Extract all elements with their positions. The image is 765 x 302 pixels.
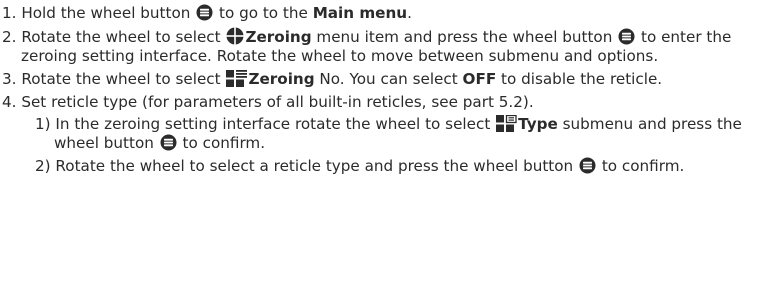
zeroing-menu-label: Zeroing [245, 28, 312, 46]
step-number: 3. [2, 70, 17, 88]
step-text: menu item and press the wheel button [311, 28, 618, 46]
menu-wheel-button-icon [160, 134, 177, 151]
step-text: . [407, 4, 412, 22]
substep-text: to confirm. [177, 134, 266, 152]
off-label: OFF [462, 70, 497, 88]
step-text: Rotate the wheel to select [16, 70, 226, 88]
zeroing-label: Zeroing [248, 70, 315, 88]
substep-text: to confirm. [597, 157, 685, 175]
step-4: 4. Set reticle type (for parameters of a… [2, 93, 760, 112]
step-number: 1. [2, 4, 17, 22]
substep-number: 1) [35, 115, 51, 133]
step-number: 4. [2, 93, 17, 111]
menu-wheel-button-icon [579, 157, 596, 174]
step-text: Set reticle type (for parameters of all … [16, 93, 534, 111]
zeroing-number-icon [226, 70, 248, 87]
main-menu-label: Main menu [312, 4, 408, 22]
step-1: 1. Hold the wheel button to go to the Ma… [2, 4, 760, 23]
substep-number: 2) [35, 157, 51, 175]
menu-wheel-button-icon [196, 4, 213, 21]
menu-wheel-button-icon [618, 28, 635, 45]
substep-2: 2) Rotate the wheel to select a reticle … [2, 157, 760, 176]
substep-1: 1) In the zeroing setting interface rota… [2, 115, 760, 153]
manual-instructions: 1. Hold the wheel button to go to the Ma… [2, 4, 760, 180]
step-text: Hold the wheel button [16, 4, 196, 22]
step-text: to go to the [214, 4, 313, 22]
step-number: 2. [2, 28, 17, 46]
step-3: 3. Rotate the wheel to select Zeroing No… [2, 70, 760, 89]
reticle-type-icon [496, 115, 517, 132]
step-text: Rotate the wheel to select [16, 28, 226, 46]
type-label: Type [518, 115, 558, 133]
step-text: No. You can select [314, 70, 463, 88]
substep-text: Rotate the wheel to select a reticle typ… [50, 157, 578, 175]
zeroing-crosshair-icon [226, 27, 245, 45]
step-text: to disable the reticle. [496, 70, 663, 88]
step-2: 2. Rotate the wheel to select Zeroing me… [2, 27, 760, 66]
substep-text: In the zeroing setting interface rotate … [50, 115, 496, 133]
